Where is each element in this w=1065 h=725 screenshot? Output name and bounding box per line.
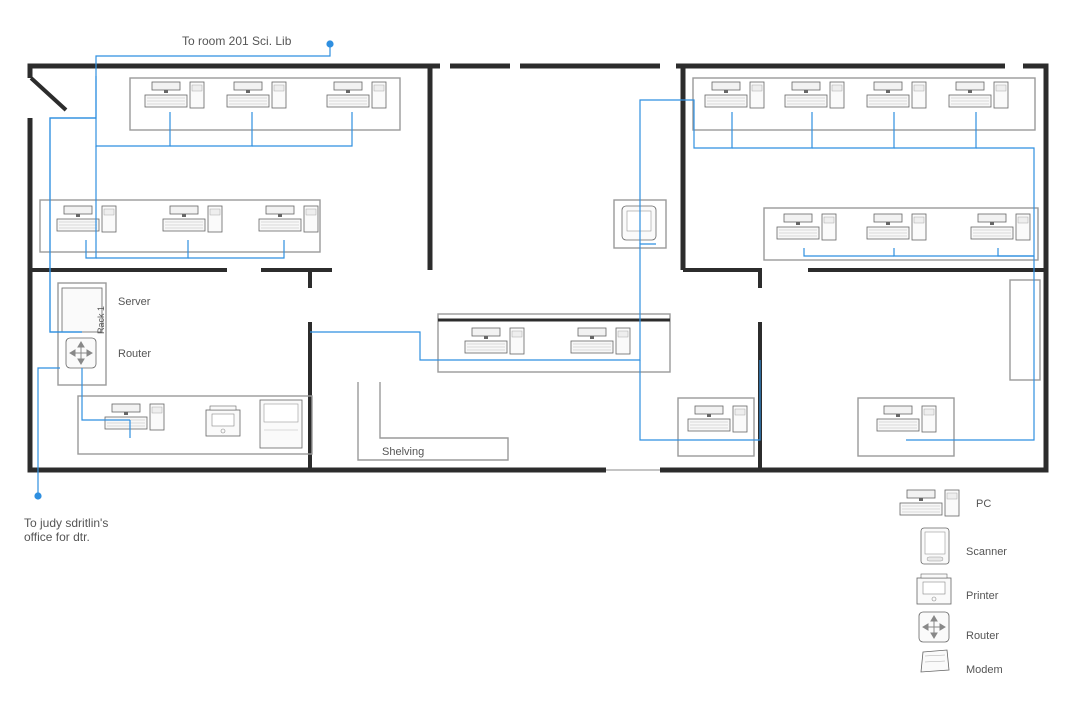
- pc-icon: [145, 82, 204, 108]
- annotation-room-201: To room 201 Sci. Lib: [182, 34, 291, 48]
- pc-icon: [57, 206, 116, 232]
- pc-icon: [705, 82, 764, 108]
- pc-icon: [877, 406, 936, 432]
- pc-icon: [785, 82, 844, 108]
- label-shelving: Shelving: [382, 446, 424, 458]
- pc-icon: [105, 404, 164, 430]
- legend-label-router: Router: [966, 630, 999, 642]
- label-router: Router: [118, 348, 151, 360]
- pc-icon: [867, 214, 926, 240]
- pc-icon: [163, 206, 222, 232]
- legend-label-modem: Modem: [966, 664, 1003, 676]
- pc-icon: [971, 214, 1030, 240]
- pc-icon: [949, 82, 1008, 108]
- pc-icon: [465, 328, 524, 354]
- pc-icon: [327, 82, 386, 108]
- legend-label-pc: PC: [976, 498, 991, 510]
- pc-icon: [688, 406, 747, 432]
- floorplan-canvas: [0, 0, 1065, 725]
- devices: [57, 82, 1030, 448]
- copier-icon: [260, 400, 302, 448]
- pc-icon: [227, 82, 286, 108]
- pc-icon: [867, 82, 926, 108]
- label-rack1: Rack 1: [96, 306, 106, 334]
- printer-icon: [206, 406, 240, 436]
- legend-label-printer: Printer: [966, 590, 998, 602]
- scanner-icon: [622, 206, 656, 240]
- label-server: Server: [118, 296, 150, 308]
- legend: [900, 490, 959, 672]
- legend-label-scanner: Scanner: [966, 546, 1007, 558]
- pc-icon: [571, 328, 630, 354]
- pc-icon: [259, 206, 318, 232]
- annotation-judy-office: To judy sdritlin's office for dtr.: [24, 516, 164, 544]
- pc-icon: [777, 214, 836, 240]
